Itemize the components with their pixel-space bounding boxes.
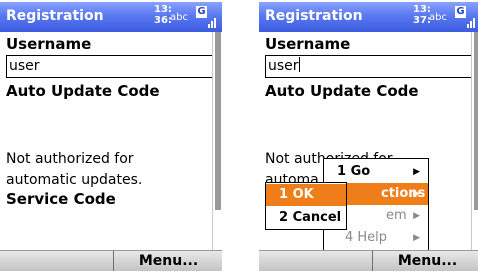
clock: 13: 37: (413, 4, 431, 26)
gprs-icon: G (455, 6, 466, 18)
left-softkey[interactable] (259, 251, 373, 271)
menu-item-go-label: 1 Go (337, 164, 371, 179)
vertical-scrollbar[interactable] (471, 32, 478, 250)
signal-bar-1 (467, 24, 469, 28)
auto-update-code-label: Auto Update Code (265, 82, 419, 100)
clock-minute: 37: (413, 15, 431, 26)
menu-softkey[interactable]: Menu... (374, 251, 478, 271)
menu-item-cancel-label: 2 Cancel (279, 210, 342, 225)
clock-hour: 13: (413, 4, 431, 15)
username-label: Username (265, 35, 351, 53)
signal-bar-2 (470, 21, 472, 28)
authorization-note-line1: Not authorized for (6, 151, 134, 167)
username-label: Username (6, 35, 92, 53)
menu-item-ok[interactable]: 1 OK (266, 184, 346, 206)
vertical-scrollbar[interactable] (212, 32, 222, 250)
username-value: user (9, 58, 40, 74)
network-status: G (455, 6, 477, 28)
clock: 13: 36: (154, 4, 172, 26)
left-softkey[interactable] (0, 251, 114, 271)
text-caret (298, 57, 300, 72)
clock-hour: 13: (154, 4, 172, 15)
gprs-icon: G (196, 6, 207, 18)
scrollbar-thumb[interactable] (474, 32, 478, 210)
menu-softkey[interactable]: Menu... (115, 251, 222, 271)
window-title: Registration (265, 8, 363, 24)
menu-item-help-label: 4 Help (345, 230, 388, 245)
network-status: G (196, 6, 218, 28)
softkey-bar: Menu... (259, 250, 478, 271)
title-bar: Registration 13: 36: abc G (0, 2, 222, 32)
title-bar: Registration 13: 37: abc G (259, 2, 478, 32)
signal-bar-3 (214, 18, 216, 28)
menu-item-system-label: em (386, 208, 407, 223)
right-screen: Registration 13: 37: abc G Username user… (259, 2, 478, 271)
scrollbar-thumb[interactable] (215, 32, 221, 210)
username-value: user (268, 58, 299, 74)
username-input[interactable]: user (6, 55, 214, 78)
left-screen: Registration 13: 36: abc G Username user… (0, 2, 222, 271)
submenu-arrow-icon: ▶ (413, 211, 420, 221)
signal-bar-3 (473, 18, 475, 28)
signal-bar-2 (211, 21, 213, 28)
menu-item-ok-label: 1 OK (279, 187, 314, 202)
submenu-arrow-icon: ▶ (413, 233, 420, 243)
auto-update-code-label: Auto Update Code (6, 82, 160, 100)
menu-item-go[interactable]: 1 Go ▶ (324, 161, 428, 183)
window-title: Registration (6, 8, 104, 24)
form-content: Username user Auto Update Code Not autho… (0, 32, 214, 250)
clock-minute: 36: (154, 15, 172, 26)
service-code-label: Service Code (6, 190, 116, 208)
signal-bar-1 (208, 24, 210, 28)
submenu-arrow-icon: ▶ (413, 189, 420, 199)
input-mode-indicator: abc (170, 12, 188, 23)
menu-item-help[interactable]: 4 Help ▶ (324, 227, 428, 249)
input-mode-indicator: abc (429, 12, 447, 23)
username-input[interactable]: user (265, 55, 473, 78)
actions-submenu: 1 OK 2 Cancel (265, 182, 347, 230)
submenu-arrow-icon: ▶ (413, 167, 420, 177)
softkey-bar: Menu... (0, 250, 222, 271)
authorization-note-line2: automatic updates. (6, 172, 143, 188)
menu-item-cancel[interactable]: 2 Cancel (266, 207, 346, 229)
